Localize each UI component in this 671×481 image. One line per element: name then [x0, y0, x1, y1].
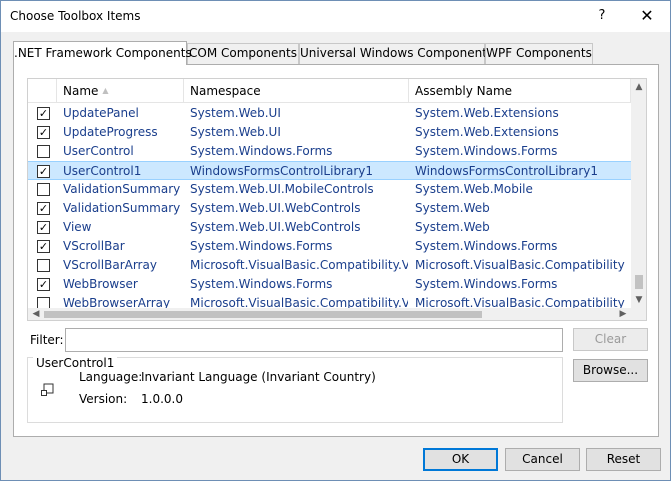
row-assembly: System.Web.Extensions	[415, 106, 559, 120]
row-namespace: System.Web.UI	[190, 125, 281, 139]
row-checkbox[interactable]: ✓	[37, 165, 50, 178]
column-header-assembly-name[interactable]: Assembly Name	[409, 79, 631, 103]
list-rows: ✓ UpdatePanel System.Web.UI System.Web.E…	[28, 104, 631, 309]
tab-panel: Name ▲ Namespace Assembly Name ✓ UpdatePa…	[13, 64, 659, 437]
row-namespace: WindowsFormsControlLibrary1	[190, 164, 374, 178]
row-name: ValidationSummary	[63, 201, 181, 215]
components-list[interactable]: Name ▲ Namespace Assembly Name ✓ UpdatePa…	[27, 78, 647, 321]
clear-button[interactable]: Clear	[573, 328, 648, 351]
row-name: View	[63, 220, 92, 234]
row-checkbox[interactable]	[37, 145, 50, 158]
scroll-left-icon[interactable]: ◀	[28, 308, 44, 320]
row-checkbox[interactable]	[37, 183, 50, 196]
row-name: VScrollBar	[63, 239, 125, 253]
tab-wpf-components[interactable]: WPF Components	[485, 43, 593, 64]
row-assembly: System.Windows.Forms	[415, 239, 558, 253]
close-button[interactable]: ✕	[630, 4, 664, 28]
ok-button[interactable]: OK	[423, 448, 498, 471]
row-checkbox[interactable]: ✓	[37, 240, 50, 253]
row-namespace: System.Windows.Forms	[190, 144, 333, 158]
row-namespace: System.Windows.Forms	[190, 239, 333, 253]
row-assembly: Microsoft.VisualBasic.Compatibility	[415, 258, 625, 272]
scrollbar-corner	[631, 308, 646, 320]
column-header-name[interactable]: Name ▲	[57, 79, 184, 103]
row-assembly: System.Web.Mobile	[415, 182, 533, 196]
row-assembly: System.Windows.Forms	[415, 277, 558, 291]
title-bar: Choose Toolbox Items ? ✕	[1, 1, 670, 32]
row-checkbox[interactable]: ✓	[37, 126, 50, 139]
component-info-group: UserControl1 Language: Invariant Languag…	[27, 356, 563, 423]
row-assembly: WindowsFormsControlLibrary1	[415, 164, 599, 178]
list-item[interactable]: ✓ VScrollBar System.Windows.Forms System…	[28, 237, 631, 256]
tab-universal-windows-components[interactable]: Universal Windows Components	[299, 43, 493, 64]
choose-toolbox-items-dialog: Choose Toolbox Items ? ✕ .NET Framework …	[0, 0, 671, 481]
row-assembly: Microsoft.VisualBasic.Compatibility	[415, 296, 625, 309]
list-item[interactable]: UserControl System.Windows.Forms System.…	[28, 142, 631, 161]
reset-button[interactable]: Reset	[586, 448, 661, 471]
row-namespace: System.Web.UI.WebControls	[190, 201, 361, 215]
row-checkbox[interactable]: ✓	[37, 202, 50, 215]
filter-label: Filter:	[30, 333, 64, 347]
row-namespace: Microsoft.VisualBasic.Compatibility.VB6	[190, 296, 408, 309]
row-name: UpdatePanel	[63, 106, 139, 120]
row-namespace: System.Web.UI	[190, 106, 281, 120]
row-namespace: Microsoft.VisualBasic.Compatibility.VB6	[190, 258, 408, 272]
scroll-down-icon[interactable]: ▼	[631, 292, 646, 308]
horizontal-scrollbar[interactable]: ◀ ▶	[28, 308, 631, 320]
row-assembly: System.Web	[415, 220, 490, 234]
list-item[interactable]: VScrollBarArray Microsoft.VisualBasic.Co…	[28, 256, 631, 275]
row-name: UserControl1	[63, 164, 142, 178]
version-value: 1.0.0.0	[141, 392, 183, 406]
row-name: UserControl	[63, 144, 134, 158]
vertical-scrollbar[interactable]: ▲ ▼	[631, 79, 646, 308]
row-assembly: System.Windows.Forms	[415, 144, 558, 158]
row-assembly: System.Web.Extensions	[415, 125, 559, 139]
row-checkbox[interactable]: ✓	[37, 107, 50, 120]
tab-net-framework-components[interactable]: .NET Framework Components	[13, 41, 192, 65]
list-item[interactable]: ✓ ValidationSummary System.Web.UI.WebCon…	[28, 199, 631, 218]
list-item[interactable]: ✓ View System.Web.UI.WebControls System.…	[28, 218, 631, 237]
row-namespace: System.Web.UI.MobileControls	[190, 182, 374, 196]
help-button[interactable]: ?	[591, 6, 613, 26]
vertical-scroll-thumb[interactable]	[635, 275, 643, 289]
list-item[interactable]: ✓ UpdatePanel System.Web.UI System.Web.E…	[28, 104, 631, 123]
list-item[interactable]: ✓ WebBrowser System.Windows.Forms System…	[28, 275, 631, 294]
row-namespace: System.Windows.Forms	[190, 277, 333, 291]
row-name: UpdateProgress	[63, 125, 158, 139]
sort-ascending-icon: ▲	[102, 86, 109, 95]
column-header-name-label: Name	[63, 84, 99, 98]
component-icon	[39, 382, 55, 398]
row-name: WebBrowser	[63, 277, 138, 291]
row-checkbox[interactable]: ✓	[37, 278, 50, 291]
scroll-right-icon[interactable]: ▶	[615, 308, 631, 320]
row-checkbox[interactable]: ✓	[37, 221, 50, 234]
cancel-button[interactable]: Cancel	[505, 448, 580, 471]
row-checkbox[interactable]	[37, 259, 50, 272]
list-item[interactable]: WebBrowserArray Microsoft.VisualBasic.Co…	[28, 294, 631, 309]
list-item[interactable]: ✓ UpdateProgress System.Web.UI System.We…	[28, 123, 631, 142]
filter-input[interactable]	[65, 328, 563, 352]
row-name: VScrollBarArray	[63, 258, 157, 272]
horizontal-scroll-thumb[interactable]	[44, 311, 482, 318]
list-item[interactable]: ValidationSummary System.Web.UI.MobileCo…	[28, 180, 631, 199]
checkbox-column-header[interactable]	[28, 79, 57, 103]
language-label: Language:	[79, 370, 143, 384]
version-label: Version:	[79, 392, 128, 406]
row-assembly: System.Web	[415, 201, 490, 215]
window-title: Choose Toolbox Items	[10, 9, 141, 23]
row-name: ValidationSummary	[63, 182, 181, 196]
scroll-up-icon[interactable]: ▲	[631, 79, 646, 95]
tab-com-components[interactable]: COM Components	[187, 43, 299, 64]
browse-button[interactable]: Browse...	[573, 359, 648, 382]
list-item[interactable]: ✓ UserControl1 WindowsFormsControlLibrar…	[28, 161, 631, 180]
row-namespace: System.Web.UI.WebControls	[190, 220, 361, 234]
column-header-namespace[interactable]: Namespace	[184, 79, 409, 103]
list-header: Name ▲ Namespace Assembly Name	[28, 79, 631, 103]
component-info-title: UserControl1	[33, 356, 118, 370]
row-name: WebBrowserArray	[63, 296, 171, 309]
language-value: Invariant Language (Invariant Country)	[141, 370, 376, 384]
